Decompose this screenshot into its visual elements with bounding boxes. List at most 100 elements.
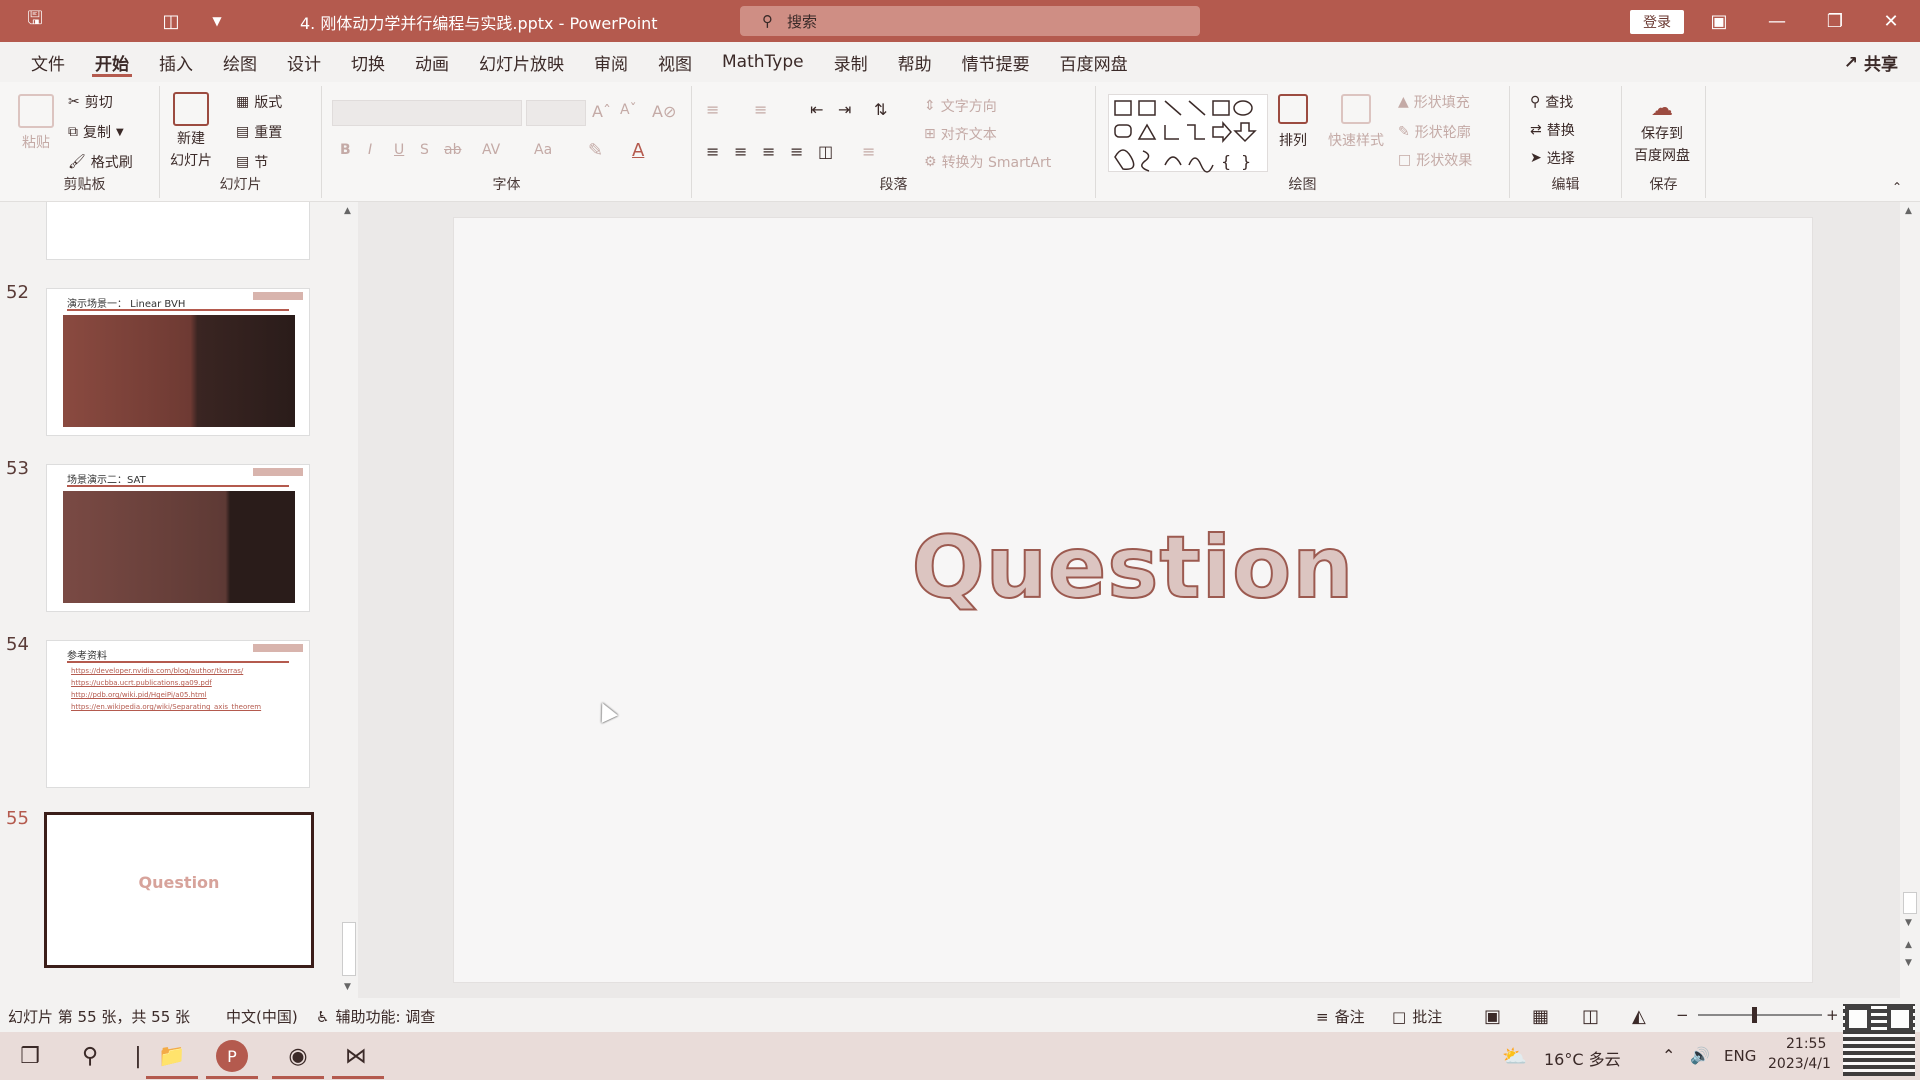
notes-button[interactable]: ≡ 备注 [1316,1006,1365,1027]
weather-text[interactable]: 16°C 多云 [1544,1046,1621,1070]
align-right-icon[interactable]: ≡ [762,142,775,161]
shapes-gallery[interactable]: {} [1108,94,1268,173]
change-case-button[interactable]: Aa [534,142,552,158]
char-spacing-button[interactable]: AV [482,142,500,158]
find-button[interactable]: ⚲ 查找 [1530,92,1573,112]
tab-slideshow[interactable]: 幻灯片放映 [464,42,579,82]
cut-button[interactable]: ✂ 剪切 [68,92,113,112]
font-size-select[interactable] [526,100,586,126]
thumbnail-52[interactable]: 演示场景一： Linear BVH [46,288,310,436]
scroll-thumb[interactable] [1903,892,1917,914]
replace-button[interactable]: ⇄ 替换 [1530,120,1575,140]
reading-view-icon[interactable]: ◫ [1582,1006,1599,1027]
bullets-icon[interactable]: ≡ [706,100,719,119]
canvas-scrollbar[interactable]: ▲ ▼ ▲ ▼ [1900,202,1920,998]
thumbnail-54[interactable]: 参考资料 https://developer.nvidia.com/blog/a… [46,640,310,788]
italic-button[interactable]: I [368,142,372,158]
slideshow-view-icon[interactable]: ◭ [1632,1006,1646,1027]
save-to-baidu-button[interactable]: ☁ 保存到 百度网盘 [1634,96,1690,165]
decrease-indent-icon[interactable]: ⇤ [810,100,823,119]
task-view-icon[interactable]: | [120,1040,156,1072]
numbering-icon[interactable]: ≡ [754,100,767,119]
select-button[interactable]: ➤ 选择 [1530,148,1575,168]
zoom-slider-thumb[interactable] [1752,1007,1757,1023]
shape-fill-button[interactable]: ▲ 形状填充 [1398,92,1470,112]
minimize-icon[interactable]: — [1748,0,1806,42]
thumbnail-scrollbar[interactable]: ▲ ▼ [340,202,358,998]
browser-icon[interactable]: ◉ [280,1040,316,1072]
shape-effects-button[interactable]: □ 形状效果 [1398,150,1472,170]
tab-mathtype[interactable]: MathType [707,42,819,82]
powerpoint-icon[interactable]: P [216,1040,248,1072]
copy-button[interactable]: ⧉ 复制 ▼ [68,122,124,142]
text-direction-button[interactable]: ⇕ 文字方向 [924,96,997,116]
paste-button[interactable]: 粘贴 [18,94,54,152]
tab-insert[interactable]: 插入 [144,42,208,82]
tab-file[interactable]: 文件 [16,42,80,82]
file-explorer-icon[interactable]: 📁 [154,1040,190,1072]
strikethrough-button[interactable]: ab [444,142,461,158]
thumbnail-51[interactable] [46,202,310,260]
zoom-in-icon[interactable]: + [1826,1006,1839,1024]
scroll-up-icon[interactable]: ▲ [1905,206,1912,216]
tab-review[interactable]: 审阅 [579,42,643,82]
underline-button[interactable]: U [394,142,404,158]
collapse-ribbon-icon[interactable]: ⌃ [1892,180,1902,194]
smartart-button[interactable]: ⚙ 转换为 SmartArt [924,152,1051,172]
clear-format-icon[interactable]: A⊘ [652,102,676,121]
normal-view-icon[interactable]: ▣ [1484,1006,1501,1027]
previous-slide-icon[interactable]: ▲ [1905,940,1912,950]
highlight-icon[interactable]: ✎ [588,140,603,161]
new-slide-button[interactable]: 新建 幻灯片 [170,92,212,170]
layout-button[interactable]: ▦ 版式 [236,92,282,112]
scroll-thumb[interactable] [342,922,356,976]
thumbnail-53[interactable]: 场景演示二：SAT [46,464,310,612]
align-text-button[interactable]: ⊞ 对齐文本 [924,124,997,144]
columns-icon[interactable]: ◫ [818,142,833,161]
arrange-button[interactable]: 排列 [1278,94,1308,150]
font-shrink-icon[interactable]: Aˇ [620,102,637,118]
share-button[interactable]: ↗ 共享 [1844,50,1898,76]
increase-indent-icon[interactable]: ⇥ [838,100,851,119]
tab-storyboard[interactable]: 情节提要 [947,42,1045,82]
tab-draw[interactable]: 绘图 [208,42,272,82]
visual-studio-icon[interactable]: ⋈ [338,1040,374,1072]
tab-view[interactable]: 视图 [643,42,707,82]
tab-help[interactable]: 帮助 [883,42,947,82]
shape-outline-button[interactable]: ✎ 形状轮廓 [1398,122,1471,142]
search-box[interactable]: ⚲ 搜索 [740,6,1200,36]
font-family-select[interactable] [332,100,522,126]
tab-animations[interactable]: 动画 [400,42,464,82]
close-icon[interactable]: ✕ [1862,0,1920,42]
font-color-icon[interactable]: A [632,140,644,161]
login-button[interactable]: 登录 [1630,10,1684,34]
weather-icon[interactable]: ⛅ [1502,1044,1527,1068]
zoom-out-icon[interactable]: − [1676,1006,1689,1024]
align-left-icon[interactable]: ≡ [706,142,719,161]
customize-chevron-icon[interactable]: ▼ [204,8,230,34]
tab-baidu[interactable]: 百度网盘 [1045,42,1143,82]
next-slide-icon[interactable]: ▼ [1905,958,1912,968]
comments-button[interactable]: □ 批注 [1392,1006,1442,1027]
input-language[interactable]: ENG [1724,1047,1756,1065]
language-indicator[interactable]: 中文(中国) [226,1006,298,1027]
slide-title[interactable]: Question [454,517,1812,619]
tab-home[interactable]: 开始 [80,42,144,82]
scroll-down-icon[interactable]: ▼ [1905,918,1912,928]
volume-icon[interactable]: 🔊 [1690,1046,1710,1065]
distribute-icon[interactable]: ≡ [862,142,875,161]
windows-start-icon[interactable]: ❒ [12,1040,48,1072]
scroll-down-icon[interactable]: ▼ [344,982,351,992]
search-icon[interactable]: ⚲ [72,1040,108,1072]
line-spacing-icon[interactable]: ⇅ [874,100,887,119]
slide-canvas[interactable]: Question [453,217,1813,983]
slide-sorter-icon[interactable]: ▦ [1532,1006,1549,1027]
section-button[interactable]: ▤ 节 [236,152,268,172]
save-icon[interactable]: 🖫 [22,8,48,34]
format-painter-button[interactable]: 🖌 格式刷 [68,152,133,172]
align-center-icon[interactable]: ≡ [734,142,747,161]
clock-date[interactable]: 2023/4/1 [1768,1056,1831,1072]
accessibility-button[interactable]: ♿ 辅助功能: 调查 [316,1006,435,1027]
quick-styles-button[interactable]: 快速样式 [1328,94,1384,150]
font-grow-icon[interactable]: Aˆ [592,102,611,121]
